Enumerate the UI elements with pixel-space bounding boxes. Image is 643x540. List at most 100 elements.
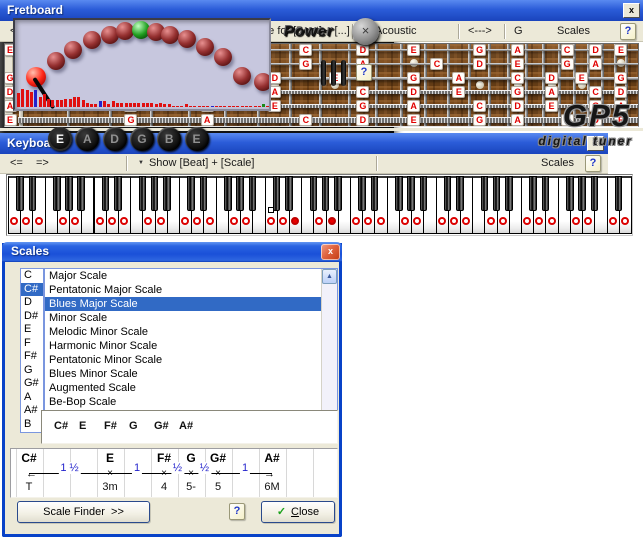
fret-note-marker[interactable]: A [201, 114, 214, 126]
black-key[interactable] [114, 176, 122, 211]
fret-note-marker[interactable]: G [407, 72, 420, 84]
root-list-item[interactable]: D [21, 296, 43, 310]
scales-titlebar[interactable]: Scales x [2, 242, 342, 262]
black-key[interactable] [236, 176, 244, 211]
black-key[interactable] [407, 176, 415, 211]
fret-note-marker[interactable]: D [356, 44, 369, 56]
scales-close-icon[interactable]: x [321, 244, 340, 260]
tuner-string-button-e-0[interactable]: E [48, 127, 72, 151]
root-note-list[interactable]: CC#DD#EFF#GG#AA#B [20, 268, 44, 433]
black-key[interactable] [456, 176, 464, 211]
black-key[interactable] [358, 176, 366, 211]
fret-note-marker[interactable]: D [589, 44, 602, 56]
black-key[interactable] [187, 176, 195, 211]
root-list-item[interactable]: G# [21, 377, 43, 391]
fret-note-marker[interactable]: C [356, 86, 369, 98]
strip-note[interactable]: G [129, 420, 138, 432]
fret-note-marker[interactable]: E [407, 114, 420, 126]
close-button[interactable]: ✓Close [261, 501, 335, 523]
fret-note-marker[interactable]: D [511, 100, 524, 112]
fret-note-marker[interactable]: A [452, 72, 465, 84]
scale-list-item[interactable]: Minor Scale [45, 311, 337, 325]
scroll-up-icon[interactable]: ▲ [322, 269, 337, 284]
fret-note-marker[interactable]: E [545, 100, 558, 112]
black-key[interactable] [53, 176, 61, 211]
scale-list[interactable]: Major ScalePentatonic Major ScaleBlues M… [44, 268, 338, 411]
black-key[interactable] [542, 176, 550, 211]
tuner-string-button-g-3[interactable]: G [130, 127, 154, 151]
scale-list-item[interactable]: Blues Minor Scale [45, 367, 337, 381]
fret-note-marker[interactable]: E [452, 86, 465, 98]
fretboard-close-icon[interactable]: x [623, 3, 640, 18]
fret-note-marker[interactable]: C [561, 44, 574, 56]
strip-note[interactable]: C# [54, 420, 68, 432]
strip-note[interactable]: F# [104, 420, 117, 432]
fret-note-marker[interactable]: E [614, 44, 627, 56]
fret-note-marker[interactable]: C [430, 58, 443, 70]
black-key[interactable] [16, 176, 24, 211]
fret-note-marker[interactable]: A [511, 114, 524, 126]
black-key[interactable] [591, 176, 599, 211]
keyboard-show-dropdown[interactable]: ▼Show [Beat] + [Scale] [138, 156, 254, 171]
black-key[interactable] [493, 176, 501, 211]
fret-note-marker[interactable]: G [124, 114, 137, 126]
help-icon[interactable]: ? [585, 155, 601, 172]
root-list-item[interactable]: B [21, 418, 43, 432]
root-list-item[interactable]: E [21, 323, 43, 337]
black-key[interactable] [139, 176, 147, 211]
keyboard-forward-button[interactable]: => [36, 156, 49, 171]
fret-note-marker[interactable]: C [589, 86, 602, 98]
fret-note-marker[interactable]: E [511, 58, 524, 70]
black-key[interactable] [334, 176, 342, 211]
tuner-string-button-d-2[interactable]: D [103, 127, 127, 151]
fret-note-marker[interactable]: D [473, 58, 486, 70]
fret-note-marker[interactable]: D [614, 86, 627, 98]
black-key[interactable] [77, 176, 85, 211]
scale-list-item[interactable]: Melodic Minor Scale [45, 325, 337, 339]
strip-note[interactable]: E [79, 420, 86, 432]
fretboard-range-button[interactable]: <---> [468, 24, 492, 39]
black-key[interactable] [566, 176, 574, 211]
fret-note-marker[interactable]: C [511, 72, 524, 84]
root-list-item[interactable]: F [21, 337, 43, 351]
black-key[interactable] [249, 176, 257, 211]
tuner-string-button-b-4[interactable]: B [157, 127, 181, 151]
scale-list-item[interactable]: Major Scale [45, 269, 337, 283]
fret-note-marker[interactable]: E [4, 114, 17, 126]
black-key[interactable] [29, 176, 37, 211]
fret-note-marker[interactable]: G [356, 100, 369, 112]
black-key[interactable] [578, 176, 586, 211]
fret-note-marker[interactable]: C [299, 114, 312, 126]
scale-list-item-selected[interactable]: Blues Major Scale [45, 297, 337, 311]
fret-note-marker[interactable]: D [545, 72, 558, 84]
help-icon[interactable]: ? [356, 64, 372, 81]
black-key[interactable] [420, 176, 428, 211]
fret-note-marker[interactable]: A [407, 100, 420, 112]
fret-note-marker[interactable]: E [575, 72, 588, 84]
scale-list-item[interactable]: Pentatonic Minor Scale [45, 353, 337, 367]
black-key[interactable] [529, 176, 537, 211]
fret-note-marker[interactable]: G [561, 58, 574, 70]
scale-list-scrollbar[interactable]: ▲ [321, 269, 337, 410]
help-icon[interactable]: ? [229, 503, 245, 520]
scale-list-item[interactable]: Harmonic Minor Scale [45, 339, 337, 353]
root-list-item[interactable]: D# [21, 310, 43, 324]
tuner-power-button[interactable]: × [352, 18, 379, 45]
black-key[interactable] [285, 176, 293, 211]
fret-note-marker[interactable]: G [299, 58, 312, 70]
scale-list-item[interactable]: Be-Bop Scale [45, 395, 337, 409]
scale-list-item[interactable]: Pentatonic Major Scale [45, 283, 337, 297]
black-key[interactable] [151, 176, 159, 211]
fret-note-marker[interactable]: G [614, 72, 627, 84]
fret-note-marker[interactable]: D [356, 114, 369, 126]
black-key[interactable] [481, 176, 489, 211]
fret-note-marker[interactable]: C [473, 100, 486, 112]
keyboard-scales-button[interactable]: Scales [541, 156, 574, 171]
strip-note[interactable]: A# [179, 420, 193, 432]
root-list-item[interactable]: A [21, 391, 43, 405]
fret-note-marker[interactable]: G [473, 44, 486, 56]
strip-note[interactable]: G# [154, 420, 169, 432]
black-key[interactable] [395, 176, 403, 211]
tuner-string-button-e-5[interactable]: E [185, 127, 209, 151]
root-list-item[interactable]: C [21, 269, 43, 283]
